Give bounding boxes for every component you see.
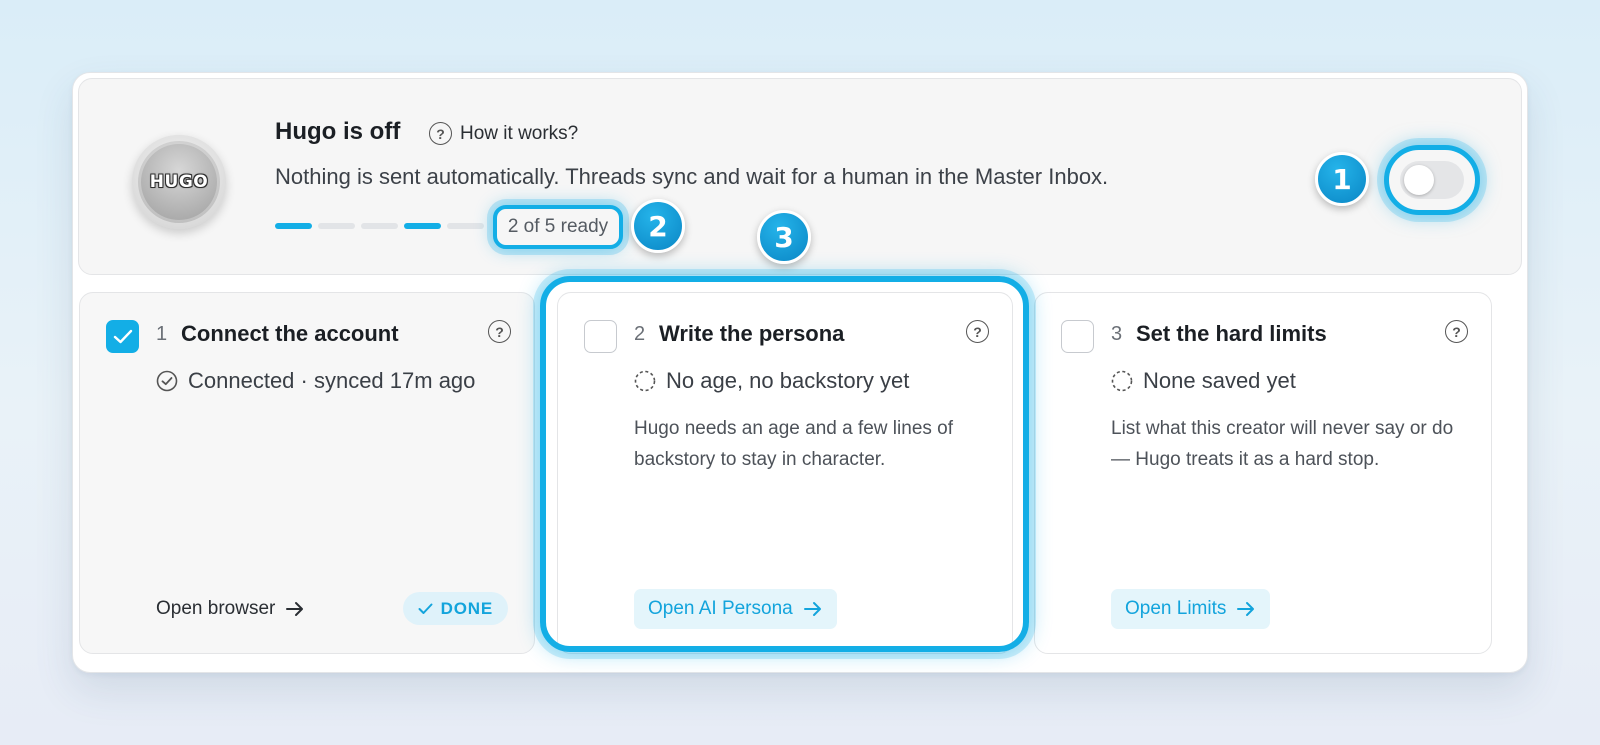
step-number: 2 bbox=[634, 323, 646, 345]
action-label: Open AI Persona bbox=[648, 598, 793, 619]
status-title: Hugo is off bbox=[275, 118, 401, 145]
step-status-text: None saved yet bbox=[1143, 368, 1296, 393]
done-badge: DONE bbox=[402, 592, 508, 625]
hugo-logo: HUGO bbox=[132, 135, 226, 229]
help-circle-icon[interactable]: ? bbox=[966, 320, 989, 343]
step-1-checkbox[interactable] bbox=[106, 320, 139, 353]
help-circle-icon[interactable]: ? bbox=[1445, 320, 1468, 343]
step-number: 1 bbox=[156, 323, 168, 345]
open-ai-persona-button[interactable]: Open AI Persona bbox=[634, 589, 837, 629]
step-number: 3 bbox=[1111, 323, 1123, 345]
status-description: Nothing is sent automatically. Threads s… bbox=[275, 164, 1109, 189]
progress-segment bbox=[404, 223, 441, 229]
toggle-knob bbox=[1404, 165, 1434, 195]
callout-badge-1: 1 bbox=[1315, 152, 1369, 206]
step-status: Connected · synced 17m ago bbox=[156, 368, 475, 394]
action-label: Open browser bbox=[156, 598, 276, 619]
arrow-right-icon bbox=[286, 602, 304, 616]
how-it-works-label: How it works? bbox=[460, 122, 579, 144]
checkmark-icon bbox=[113, 329, 132, 343]
callout-badge-3: 3 bbox=[757, 210, 811, 264]
done-label: DONE bbox=[440, 598, 493, 618]
help-circle-icon[interactable]: ? bbox=[488, 320, 511, 343]
step-card-connect-account: 1 Connect the account ? Connected · sync… bbox=[79, 292, 535, 654]
step-2-checkbox[interactable] bbox=[584, 320, 617, 353]
hugo-setup-panel: HUGO Hugo is off ? How it works? Nothing… bbox=[72, 72, 1528, 673]
logo-text: HUGO bbox=[149, 172, 209, 192]
step-title: Write the persona bbox=[659, 321, 845, 346]
ready-count-label: 2 of 5 ready bbox=[493, 205, 623, 249]
hugo-enable-toggle[interactable] bbox=[1384, 145, 1480, 215]
step-description: List what this creator will never say or… bbox=[1111, 418, 1454, 470]
progress-segment bbox=[447, 223, 484, 229]
progress-segment bbox=[361, 223, 398, 229]
open-browser-link[interactable]: Open browser bbox=[156, 589, 305, 629]
arrow-right-icon bbox=[803, 602, 821, 616]
progress-segment bbox=[275, 223, 312, 229]
setup-progress-bar bbox=[275, 223, 484, 229]
how-it-works-link[interactable]: ? How it works? bbox=[429, 122, 578, 145]
pending-circle-icon bbox=[1111, 370, 1133, 392]
step-title: Set the hard limits bbox=[1136, 321, 1327, 346]
step-description: Hugo needs an age and a few lines of bac… bbox=[634, 418, 954, 470]
open-limits-button[interactable]: Open Limits bbox=[1111, 589, 1271, 629]
step-card-hard-limits: 3 Set the hard limits ? None saved yet L… bbox=[1034, 292, 1492, 654]
check-circle-icon bbox=[156, 370, 178, 392]
checkmark-icon bbox=[418, 603, 433, 614]
step-status: No age, no backstory yet bbox=[634, 368, 909, 394]
help-circle-icon: ? bbox=[429, 122, 452, 145]
step-card-write-persona: 2 Write the persona ? No age, no backsto… bbox=[557, 292, 1013, 654]
arrow-right-icon bbox=[1237, 602, 1255, 616]
step-status-text: No age, no backstory yet bbox=[666, 368, 910, 393]
progress-segment bbox=[318, 223, 355, 229]
step-title: Connect the account bbox=[181, 321, 399, 346]
action-label: Open Limits bbox=[1125, 598, 1227, 619]
callout-badge-2: 2 bbox=[631, 199, 685, 253]
step-3-checkbox[interactable] bbox=[1061, 320, 1094, 353]
step-status-text: Connected · synced 17m ago bbox=[188, 368, 476, 393]
pending-circle-icon bbox=[634, 370, 656, 392]
step-status: None saved yet bbox=[1111, 368, 1296, 394]
toggle-track bbox=[1400, 161, 1464, 199]
